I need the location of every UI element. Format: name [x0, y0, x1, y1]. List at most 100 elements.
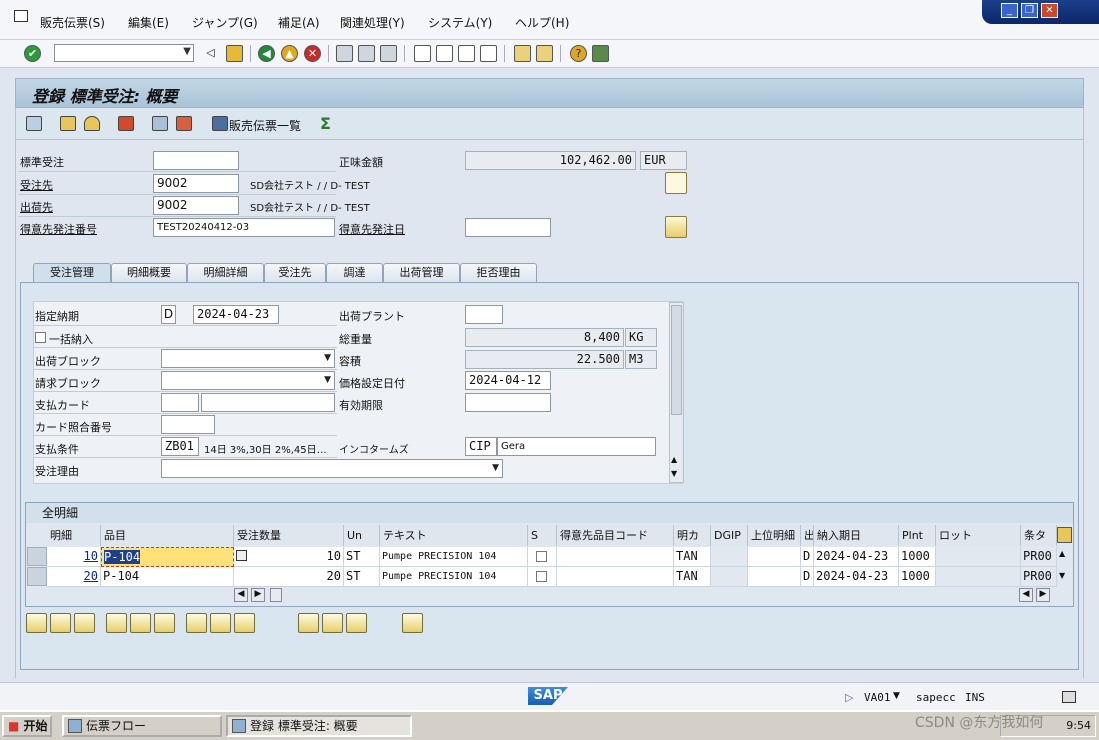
- delete-row-icon[interactable]: [74, 613, 95, 633]
- edit-icon[interactable]: [346, 613, 367, 633]
- table-cell-text[interactable]: Pumpe PRECISION 104: [380, 547, 528, 567]
- schedule-lines-icon[interactable]: [210, 613, 231, 633]
- tab-shipping[interactable]: 出荷管理: [383, 263, 460, 282]
- availability-icon[interactable]: [298, 613, 319, 633]
- copy-icon[interactable]: [236, 550, 247, 561]
- column-header-customer-material[interactable]: 得意先品目コード: [557, 525, 674, 546]
- item-conditions-icon[interactable]: [234, 613, 255, 633]
- find-next-icon[interactable]: [380, 45, 397, 62]
- chevron-down-icon[interactable]: ▼: [324, 353, 331, 363]
- last-page-icon[interactable]: [480, 45, 497, 62]
- document-icon[interactable]: [665, 172, 687, 194]
- search-doc-icon[interactable]: [665, 216, 687, 238]
- table-settings-icon[interactable]: [1057, 527, 1072, 543]
- lock-icon[interactable]: [1062, 691, 1076, 703]
- payment-terms-input[interactable]: ZB01: [161, 437, 199, 456]
- scroll-up-icon[interactable]: ▲: [671, 455, 677, 464]
- menu-edit[interactable]: 編集(E): [128, 14, 169, 31]
- card-verification-input[interactable]: [161, 415, 215, 434]
- chevron-down-icon[interactable]: ▼: [893, 691, 900, 701]
- column-header-higher-item[interactable]: 上位明細: [748, 525, 801, 546]
- column-scroll-buttons[interactable]: ◀ ▶: [234, 588, 284, 603]
- delivering-plant-input[interactable]: [465, 305, 503, 324]
- column-header-quantity[interactable]: 受注数量: [234, 525, 344, 546]
- payment-card-type-input[interactable]: [161, 393, 199, 412]
- billing-block-select[interactable]: ▼: [161, 371, 335, 390]
- scroll-up-icon[interactable]: ▲: [1059, 549, 1065, 558]
- menu-help[interactable]: ヘルプ(H): [515, 14, 569, 31]
- table-cell-d[interactable]: D: [801, 547, 814, 567]
- po-date-input[interactable]: [465, 218, 551, 237]
- table-cell-condition[interactable]: PR00: [1021, 567, 1057, 587]
- menu-environment[interactable]: 関連処理(Y): [340, 14, 405, 31]
- incoterms-location-input[interactable]: Gera: [497, 437, 656, 456]
- first-page-icon[interactable]: [414, 45, 431, 62]
- column-header-item-category[interactable]: 明カ: [674, 525, 711, 546]
- partner-icon[interactable]: [84, 116, 100, 131]
- back-arrow-icon[interactable]: ◁: [202, 45, 219, 62]
- select-block-icon[interactable]: [130, 613, 151, 633]
- scroll-right-icon[interactable]: ▶: [1036, 588, 1050, 602]
- customer-po-label[interactable]: 得意先発注番号: [20, 221, 97, 237]
- tab-ordering-party[interactable]: 受注先: [264, 263, 326, 282]
- table-cell-customer-material[interactable]: [557, 567, 674, 587]
- row-selector[interactable]: [27, 547, 47, 566]
- complete-delivery-checkbox[interactable]: [35, 332, 46, 343]
- scroll-left-icon[interactable]: ◀: [234, 588, 248, 602]
- save-icon[interactable]: [226, 45, 243, 62]
- cancel-icon[interactable]: ✕: [304, 45, 321, 62]
- display-icon[interactable]: [152, 116, 168, 131]
- start-button[interactable]: ■ 开始: [2, 715, 52, 737]
- system-menu-icon[interactable]: [14, 10, 28, 22]
- exit-icon[interactable]: ▲: [281, 45, 298, 62]
- item-details-icon[interactable]: [26, 613, 47, 633]
- delivery-block-select[interactable]: ▼: [161, 349, 335, 368]
- find-icon[interactable]: [358, 45, 375, 62]
- table-cell-item-category[interactable]: TAN: [674, 567, 711, 587]
- delivery-date-type-input[interactable]: D: [161, 305, 176, 324]
- table-scroll-buttons[interactable]: ◀ ▶: [1019, 588, 1053, 603]
- column-header-unit[interactable]: Un: [344, 525, 380, 546]
- menu-extras[interactable]: 補足(A): [278, 14, 320, 31]
- previous-page-icon[interactable]: [436, 45, 453, 62]
- tab-reason-rejection[interactable]: 拒否理由: [460, 263, 537, 282]
- tab-sales[interactable]: 受注管理: [33, 263, 111, 282]
- table-cell-unit[interactable]: ST: [344, 567, 380, 587]
- table-cell-item[interactable]: 10: [47, 547, 101, 567]
- table-cell-delivery-date[interactable]: 2024-04-23: [814, 567, 899, 587]
- table-cell-batch[interactable]: [936, 567, 1021, 587]
- table-cell-higher-item[interactable]: [748, 567, 801, 587]
- tab-item-detail[interactable]: 明細詳細: [187, 263, 264, 282]
- table-cell-delivery-date[interactable]: 2024-04-23: [814, 547, 899, 567]
- sum-icon[interactable]: Σ: [320, 114, 331, 133]
- table-cell-text[interactable]: Pumpe PRECISION 104: [380, 567, 528, 587]
- table-cell-material[interactable]: P-104: [101, 567, 234, 587]
- column-header-condition[interactable]: 条タ: [1021, 525, 1057, 546]
- shortcut-icon[interactable]: [536, 45, 553, 62]
- table-cell-condition[interactable]: PR00: [1021, 547, 1057, 567]
- payment-card-number-input[interactable]: [201, 393, 335, 412]
- table-cell-item-category[interactable]: TAN: [674, 547, 711, 567]
- scroll-down-icon[interactable]: ▼: [1059, 571, 1065, 580]
- incoterms-input[interactable]: CIP: [465, 437, 497, 456]
- close-icon[interactable]: ✕: [1041, 3, 1058, 18]
- row-selector[interactable]: [27, 567, 47, 586]
- back-icon[interactable]: ◀: [258, 45, 275, 62]
- ship-to-input[interactable]: 9002: [153, 196, 239, 215]
- display-doc-flow-icon[interactable]: [26, 116, 42, 131]
- table-cell-plant[interactable]: 1000: [899, 567, 936, 587]
- tab-item-overview[interactable]: 明細概要: [111, 263, 187, 282]
- column-header-d[interactable]: 出: [801, 525, 814, 546]
- next-page-icon[interactable]: [458, 45, 475, 62]
- menu-system[interactable]: システム(Y): [428, 14, 492, 31]
- scroll-right-icon[interactable]: ▶: [251, 588, 265, 602]
- chevron-down-icon[interactable]: ▼: [492, 463, 499, 473]
- checkbox[interactable]: [536, 551, 547, 562]
- insert-mode[interactable]: INS: [965, 691, 985, 704]
- delete-icon[interactable]: [176, 116, 192, 131]
- column-header-delivery-date[interactable]: 納入期日: [814, 525, 899, 546]
- taskbar-item-create-order[interactable]: 登録 標準受注: 概要: [226, 715, 412, 737]
- help-icon[interactable]: ?: [570, 45, 587, 62]
- column-header-s[interactable]: S: [528, 525, 557, 546]
- scroll-left-icon[interactable]: ◀: [1019, 588, 1033, 602]
